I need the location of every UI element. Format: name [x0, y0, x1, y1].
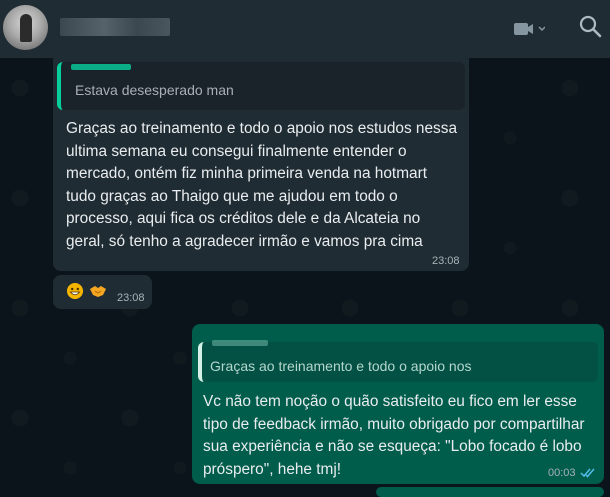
message-line: tudo graças ao Thaigo que me ajudou em t…	[66, 187, 398, 205]
message-line: Vc não tem noção o quão satisfeito eu fi…	[203, 393, 577, 410]
message-text: Vc não tem noção o quão satisfeito eu fi…	[203, 391, 585, 481]
chat-header: •••••••••••	[0, 0, 610, 58]
quoted-text: Graças ao treinamento e todo o apoio nos	[210, 358, 472, 374]
handshake-icon	[90, 286, 106, 297]
read-receipt-icon	[580, 468, 595, 478]
message-line: Graças ao treinamento e todo o apoio nos…	[66, 120, 458, 137]
message-line: processo, aqui fica os créditos dele e d…	[66, 210, 421, 227]
message-time: 23:08	[117, 292, 145, 304]
quoted-message[interactable]: Graças ao treinamento e todo o apoio nos	[198, 340, 598, 382]
video-call-icon[interactable]	[513, 19, 545, 39]
message-line: geral, só tenho a agradecer irmão e vamo…	[66, 232, 423, 250]
avatar[interactable]	[3, 5, 48, 50]
message-text: Graças ao treinamento e todo o apoio nos…	[66, 118, 457, 253]
message-line: próspero", hehe tmj!	[203, 460, 342, 478]
message-line: mercado, ontém fiz minha primeira venda …	[66, 165, 427, 182]
contact-name[interactable]: •••••••••••	[60, 18, 170, 36]
quoted-sender-name	[71, 64, 131, 70]
message-time: 00:03	[548, 467, 576, 479]
quoted-sender-name	[212, 340, 268, 346]
message-line: tipo de feedback irmão, muito obrigado p…	[203, 415, 585, 433]
grinning-face-icon	[67, 283, 83, 299]
quoted-text: Estava desesperado man	[75, 82, 234, 98]
message-time: 23:08	[432, 255, 460, 267]
message-line: ultima semana eu consegui finalmente ent…	[66, 142, 407, 160]
message-line: sua experiência e não se esqueça: "Lobo …	[203, 438, 582, 455]
quoted-message[interactable]: Estava desesperado man	[57, 62, 465, 110]
outgoing-message[interactable]	[376, 487, 604, 497]
chevron-down-icon	[538, 26, 545, 32]
search-icon[interactable]	[578, 14, 602, 38]
